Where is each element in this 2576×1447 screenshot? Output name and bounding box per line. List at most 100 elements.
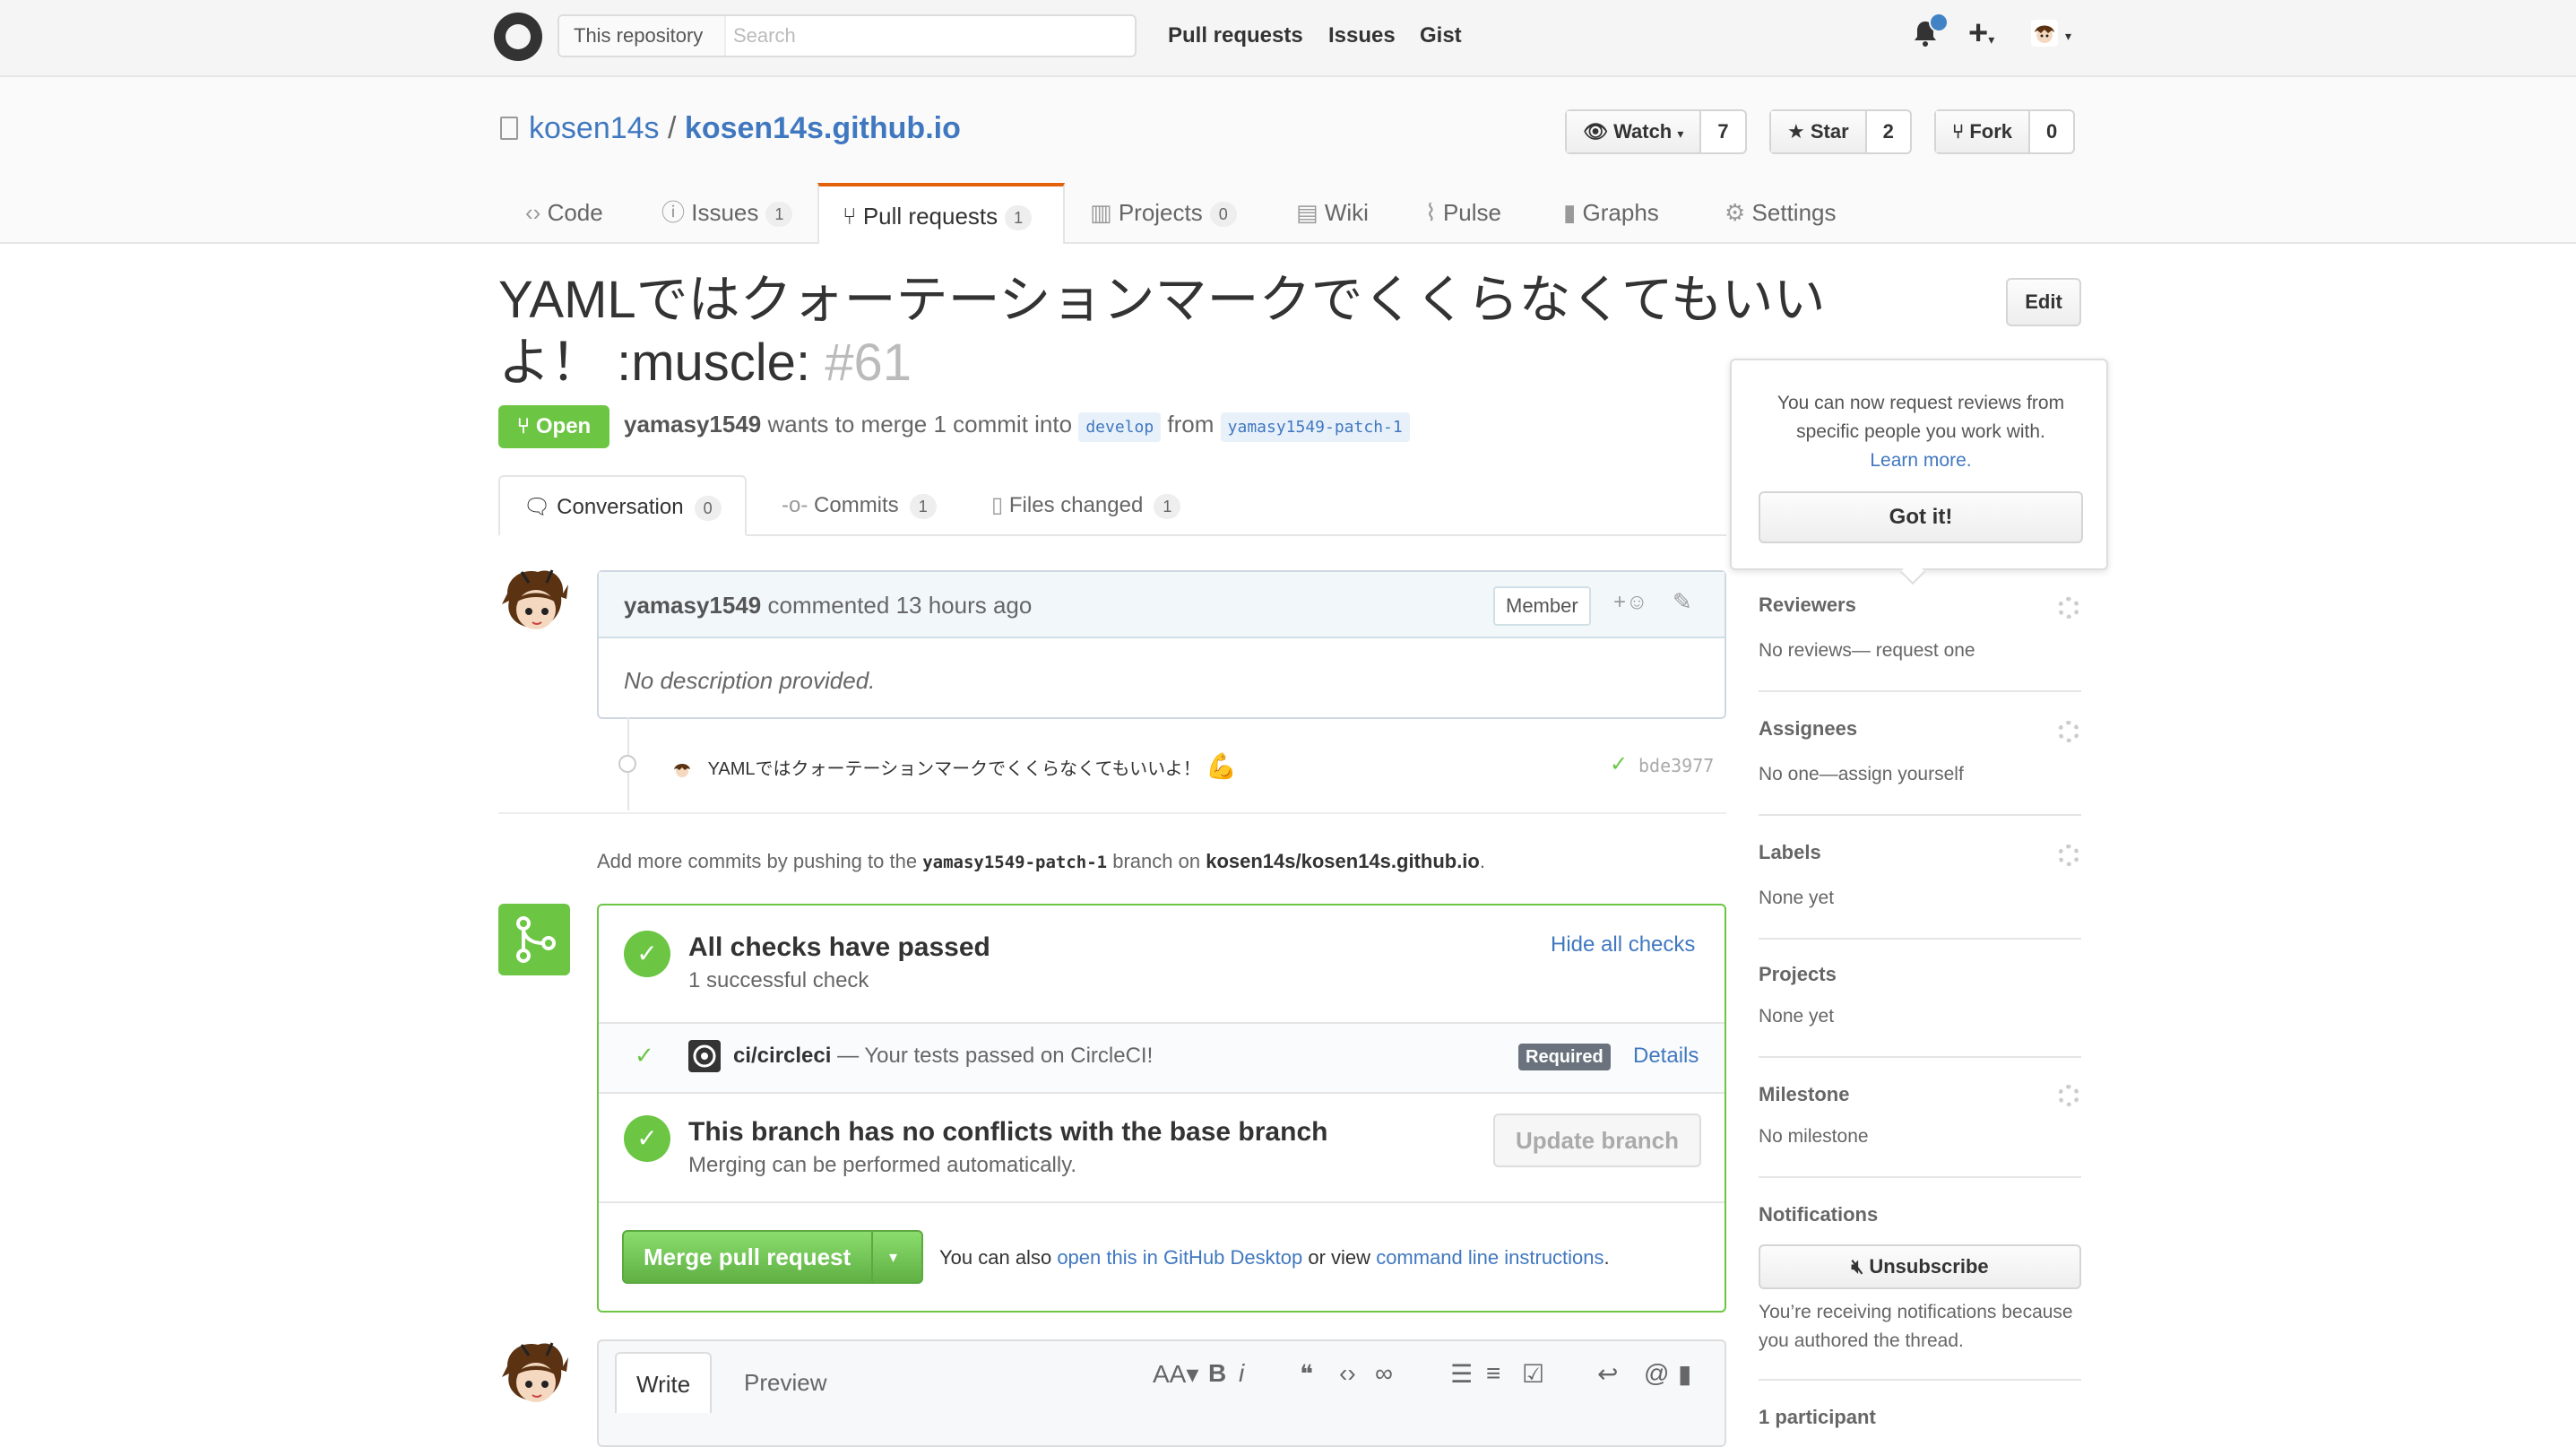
member-badge: Member <box>1493 586 1591 626</box>
labels-value: None yet <box>1759 888 1835 908</box>
code-icon[interactable]: ‹› <box>1339 1359 1356 1388</box>
search-input[interactable]: Search <box>733 16 796 56</box>
star-button[interactable]: ★ Star <box>1771 111 1867 152</box>
circleci-icon <box>688 1040 721 1072</box>
base-branch[interactable]: develop <box>1078 412 1162 442</box>
tab-conversation[interactable]: 🗨 Conversation 0 <box>498 475 747 536</box>
edit-title-button[interactable]: Edit <box>2006 278 2081 326</box>
graph-icon: ▮ <box>1563 199 1577 226</box>
tab-files-changed[interactable]: ▯ Files changed 1 <box>991 475 1181 536</box>
watch-button[interactable]: 👁 Watch ▾ <box>1567 111 1702 152</box>
tab-settings[interactable]: ⚙ Settings <box>1725 183 1837 242</box>
quote-icon[interactable]: ❝ <box>1300 1359 1313 1389</box>
check-icon[interactable]: ✓ <box>1610 751 1628 777</box>
current-user-avatar[interactable] <box>498 1339 570 1411</box>
book-icon: ▤ <box>1296 199 1318 226</box>
tab-pulse[interactable]: ⌇ Pulse <box>1425 183 1501 242</box>
bookmark-icon[interactable]: ▮ <box>1678 1359 1691 1389</box>
sidebar-divider <box>1759 938 2081 940</box>
repo-name-link[interactable]: kosen14s.github.io <box>685 111 961 145</box>
tab-wiki[interactable]: ▤ Wiki <box>1296 183 1369 242</box>
milestone-value: No milestone <box>1759 1126 1869 1147</box>
labels-gear-icon[interactable] <box>2058 845 2079 866</box>
bold-icon[interactable]: B <box>1208 1359 1226 1388</box>
tab-graphs[interactable]: ▮ Graphs <box>1563 183 1659 242</box>
hide-checks-link[interactable]: Hide all checks <box>1551 932 1695 957</box>
unsubscribe-button[interactable]: 🔇︎ Unsubscribe <box>1759 1244 2081 1289</box>
participants-heading: 1 participant <box>1759 1406 1876 1428</box>
fork-count[interactable]: 0 <box>2030 111 2073 152</box>
search-scope[interactable]: This repository <box>559 16 726 56</box>
tab-code[interactable]: ‹› Code <box>525 183 603 242</box>
review-request-popover: You can now request reviews from specifi… <box>1730 359 2108 570</box>
watch-count[interactable]: 7 <box>1701 111 1744 152</box>
sidebar-divider <box>1759 1176 2081 1178</box>
assignees-heading[interactable]: Assignees <box>1759 717 1857 741</box>
issue-icon: ⓘ <box>661 199 686 226</box>
details-link[interactable]: Details <box>1633 1044 1699 1069</box>
fork-icon: ⑂ <box>1952 120 1965 143</box>
plus-icon[interactable]: +▾ <box>1968 14 1994 53</box>
nav-issues[interactable]: Issues <box>1328 23 1396 48</box>
github-desktop-link[interactable]: open this in GitHub Desktop <box>1057 1246 1302 1269</box>
watch-button-group: 👁 Watch ▾ 7 <box>1565 109 1747 154</box>
comment-header: yamasy1549 commented 13 hours ago Member… <box>599 572 1725 638</box>
add-reaction-icon[interactable]: +☺ <box>1613 590 1648 615</box>
chevron-down-icon[interactable]: ▾ <box>2065 29 2071 44</box>
pencil-icon[interactable]: ✎ <box>1673 588 1692 616</box>
learn-more-link[interactable]: Learn more. <box>1870 450 1971 471</box>
search-box[interactable]: This repository Search <box>558 14 1137 57</box>
labels-heading[interactable]: Labels <box>1759 841 1821 864</box>
tab-pull-requests[interactable]: ⑂ Pull requests 1 <box>817 183 1065 244</box>
nav-gist[interactable]: Gist <box>1420 23 1462 48</box>
bullet-list-icon[interactable]: ☰ <box>1450 1359 1473 1389</box>
fork-button[interactable]: ⑂ Fork <box>1936 111 2031 152</box>
reviewers-gear-icon[interactable] <box>2058 597 2079 619</box>
mention-icon[interactable]: @ <box>1644 1359 1669 1388</box>
reviewers-value[interactable]: No reviews— request one <box>1759 640 1975 662</box>
commit-author-avatar[interactable] <box>672 760 692 780</box>
user-avatar[interactable] <box>2031 20 2058 47</box>
command-line-link[interactable]: command line instructions <box>1376 1246 1604 1269</box>
pr-author-link[interactable]: yamasy1549 <box>624 411 761 438</box>
merge-pull-request-button[interactable]: Merge pull request <box>644 1232 851 1282</box>
checks-title: All checks have passed <box>688 932 990 962</box>
head-branch[interactable]: yamasy1549-patch-1 <box>1220 412 1410 442</box>
merge-button-group: Merge pull request ▾ <box>622 1230 923 1284</box>
got-it-button[interactable]: Got it! <box>1759 491 2083 543</box>
update-branch-button[interactable]: Update branch <box>1493 1113 1701 1167</box>
tab-preview[interactable]: Preview <box>724 1352 846 1413</box>
github-logo-icon[interactable] <box>494 13 542 61</box>
milestone-gear-icon[interactable] <box>2058 1085 2079 1106</box>
milestone-heading[interactable]: Milestone <box>1759 1083 1849 1106</box>
pulse-icon: ⌇ <box>1425 199 1437 226</box>
repo-owner-link[interactable]: kosen14s <box>529 111 660 145</box>
merge-options-chevron-icon[interactable]: ▾ <box>889 1232 897 1282</box>
numbered-list-icon[interactable]: ≡ <box>1486 1359 1500 1388</box>
comment-author-line: yamasy1549 commented 13 hours ago <box>624 592 1033 619</box>
button-divider <box>871 1230 873 1284</box>
commit-message-link[interactable]: YAMLではクォーテーションマークでくくらなくてもいいよ！ <box>708 759 1201 779</box>
no-conflict-title: This branch has no conflicts with the ba… <box>688 1117 1328 1147</box>
star-count[interactable]: 2 <box>1867 111 1910 152</box>
reply-icon[interactable]: ↩ <box>1597 1359 1618 1389</box>
commit-node-icon <box>618 755 636 773</box>
tab-commits[interactable]: -o- Commits 1 <box>782 475 937 536</box>
tab-write[interactable]: Write <box>615 1352 713 1413</box>
link-icon[interactable]: ∞ <box>1375 1359 1393 1388</box>
merge-alternatives-text: You can also open this in GitHub Desktop… <box>939 1246 1610 1269</box>
author-avatar[interactable] <box>498 567 570 638</box>
text-size-icon[interactable]: AA▾ <box>1153 1359 1198 1389</box>
comment-author-link[interactable]: yamasy1549 <box>624 592 761 619</box>
assignees-value[interactable]: No one—assign yourself <box>1759 764 1964 785</box>
reviewers-heading[interactable]: Reviewers <box>1759 594 1856 617</box>
assignees-gear-icon[interactable] <box>2058 721 2079 742</box>
task-list-icon[interactable]: ☑ <box>1522 1359 1544 1389</box>
no-conflict-subtitle: Merging can be performed automatically. <box>688 1153 1077 1177</box>
tab-issues[interactable]: ⓘ Issues 1 <box>661 183 793 242</box>
italic-icon[interactable]: i <box>1239 1359 1244 1388</box>
nav-pull-requests[interactable]: Pull requests <box>1168 23 1303 48</box>
tab-projects[interactable]: ▥ Projects 0 <box>1090 183 1237 242</box>
commit-sha-link[interactable]: bde3977 <box>1638 755 1714 776</box>
fork-button-group: ⑂ Fork 0 <box>1934 109 2076 154</box>
